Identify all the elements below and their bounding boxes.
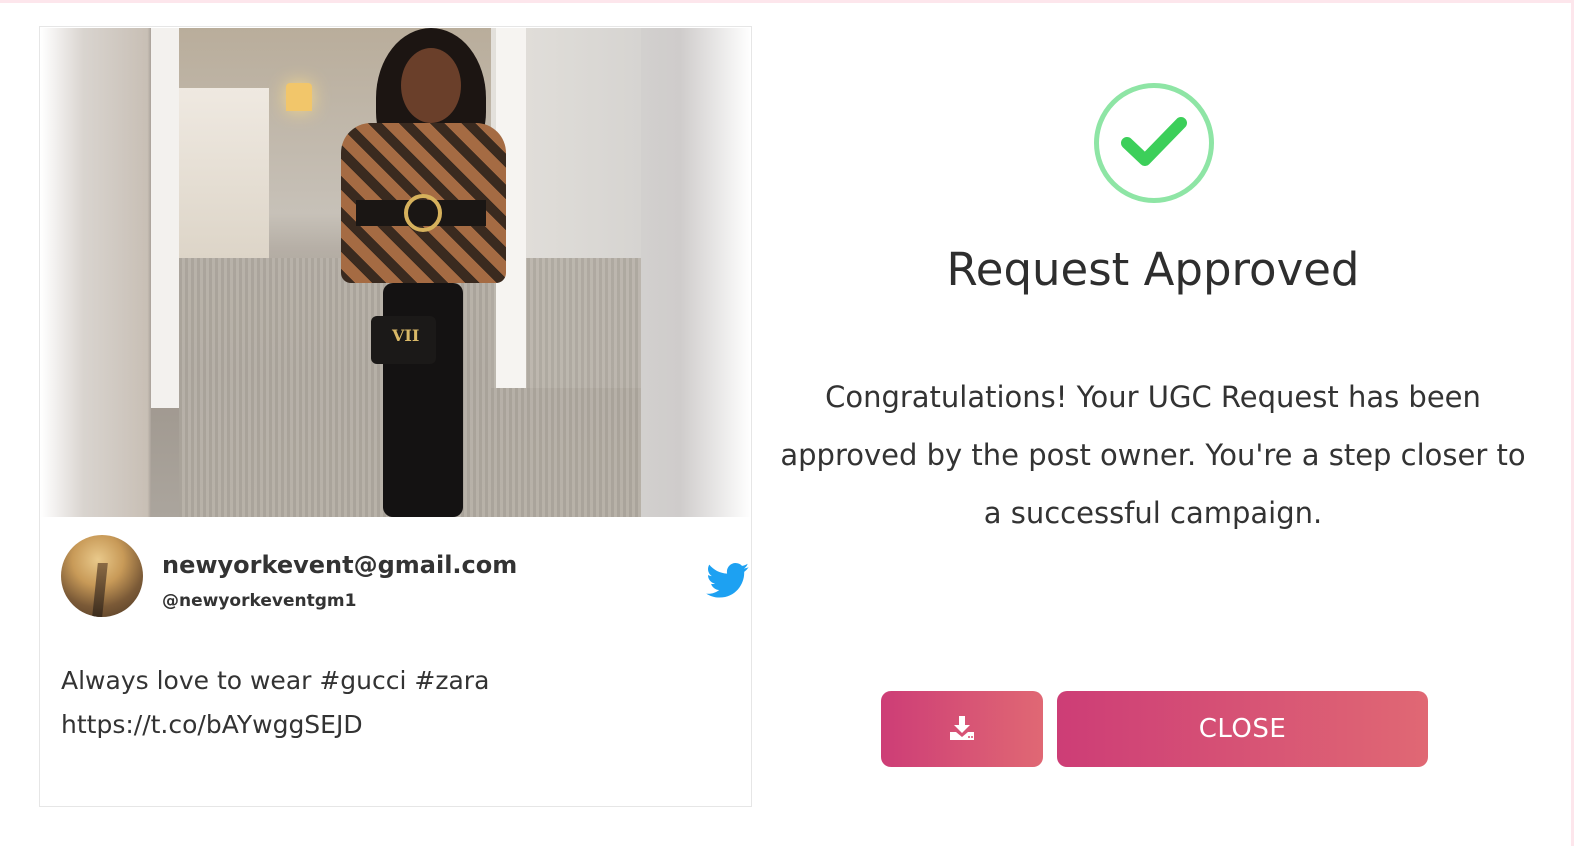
ugc-post-card: VII newyorkevent@gmail.com @newyorkevent… (39, 26, 752, 807)
approval-modal: VII newyorkevent@gmail.com @newyorkevent… (0, 0, 1574, 846)
caption-text: Always love to wear #gucci #zara (61, 666, 490, 695)
download-icon (948, 715, 976, 744)
author-name: newyorkevent@gmail.com (162, 551, 518, 579)
author-handle: @newyorkeventgm1 (162, 591, 357, 611)
caption-link[interactable]: https://t.co/bAYwggSEJD (61, 703, 701, 747)
twitter-icon (706, 563, 750, 599)
post-image: VII (41, 28, 751, 517)
post-caption: Always love to wear #gucci #zara https:/… (61, 659, 701, 747)
post-author: newyorkevent@gmail.com @newyorkeventgm1 (61, 535, 749, 625)
bag-monogram: VII (392, 326, 420, 345)
avatar (61, 535, 143, 617)
close-button[interactable]: CLOSE (1057, 691, 1428, 767)
check-circle-icon (1094, 83, 1214, 203)
post-photo: VII (151, 28, 641, 517)
download-button[interactable] (881, 691, 1043, 767)
modal-title: Request Approved (946, 243, 1360, 296)
approval-message: Congratulations! Your UGC Request has be… (780, 380, 1526, 530)
